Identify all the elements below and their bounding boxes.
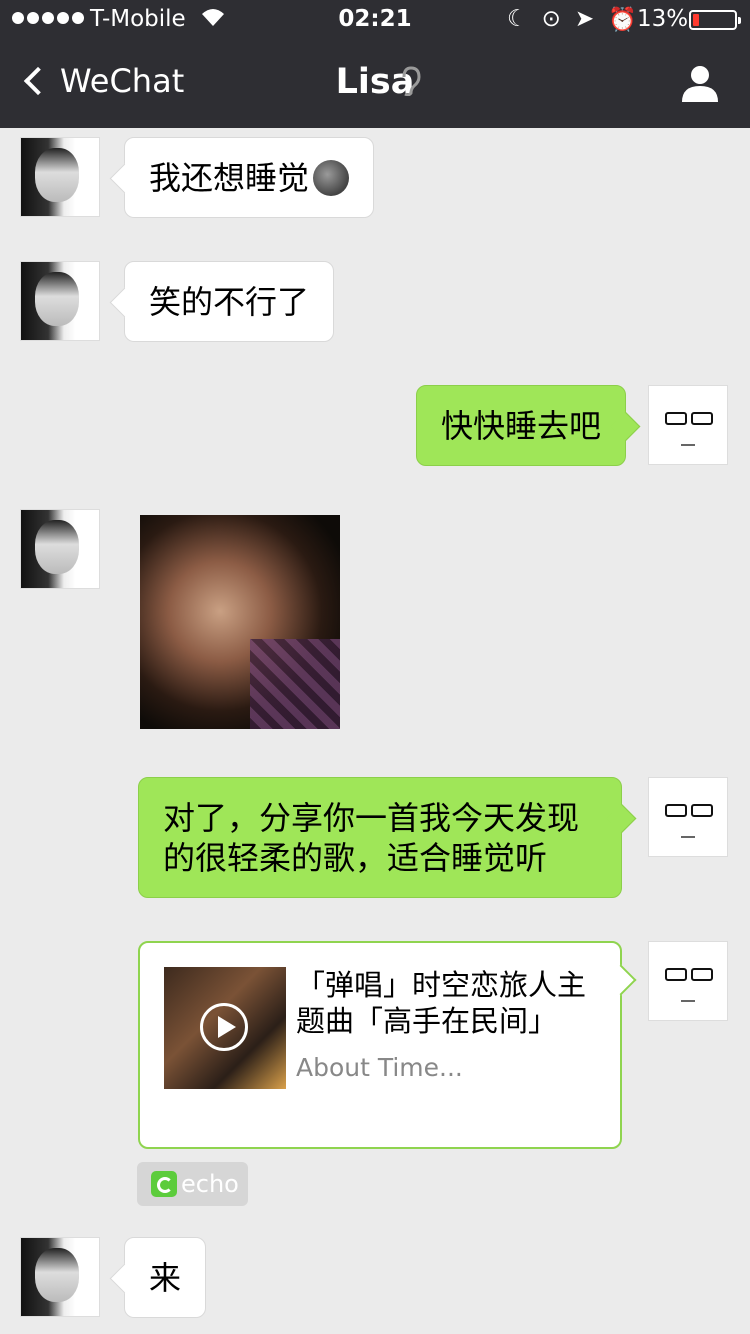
music-thumbnail (164, 967, 286, 1089)
message-bubble-outgoing[interactable]: 对了，分享你一首我今天发现 的很轻柔的歌，适合睡觉听 (138, 777, 622, 898)
image-message[interactable] (140, 515, 340, 729)
music-title-line: 题曲「高手在民间」 (296, 1004, 558, 1038)
message-text-line: 的很轻柔的歌，适合睡觉听 (163, 839, 548, 877)
play-icon[interactable] (200, 1003, 248, 1051)
message-bubble-incoming[interactable]: 我还想睡觉 (124, 137, 375, 218)
message-text: 快快睡去吧 (441, 407, 602, 445)
moon-icon: ☾ (507, 6, 528, 32)
message-bubble-outgoing[interactable]: 快快睡去吧 (416, 385, 627, 466)
share-source-badge[interactable]: echo (137, 1162, 248, 1206)
message-bubble-incoming[interactable]: 来 (124, 1237, 207, 1318)
profile-button[interactable] (680, 64, 720, 104)
echo-app-icon (151, 1171, 177, 1197)
rotation-lock-icon: ⊙ (541, 6, 561, 32)
battery-icon (689, 10, 741, 30)
status-bar: T-Mobile 02:21 ☾ ⊙ ➤ ⏰ 13% (0, 0, 750, 40)
music-share-card[interactable]: 「弹唱」时空恋旅人主 题曲「高手在民间」 About Time... (138, 941, 622, 1149)
message-text-line: 对了，分享你一首我今天发现 (163, 799, 580, 837)
earpiece-mode-icon (400, 66, 422, 104)
person-icon (682, 66, 718, 102)
lisa-avatar[interactable] (20, 261, 100, 341)
location-icon: ➤ (574, 6, 595, 32)
message-text: 我还想睡觉 (149, 159, 310, 197)
top-bar: T-Mobile 02:21 ☾ ⊙ ➤ ⏰ 13% WeChat Lisa (0, 0, 750, 128)
chat-title: Lisa (335, 62, 415, 102)
lisa-avatar[interactable] (20, 137, 100, 217)
lisa-avatar[interactable] (20, 509, 100, 589)
my-avatar[interactable] (648, 385, 728, 465)
music-subtitle: About Time... (296, 1053, 463, 1082)
nav-bar: WeChat Lisa (0, 40, 750, 128)
music-title: 「弹唱」时空恋旅人主 题曲「高手在民间」 (296, 967, 606, 1039)
alarm-icon: ⏰ (608, 7, 637, 33)
my-avatar[interactable] (648, 777, 728, 857)
battery-percent: 13% (637, 6, 689, 32)
my-avatar[interactable] (648, 941, 728, 1021)
music-title-line: 「弹唱」时空恋旅人主 (296, 968, 587, 1002)
moon-face-emoji (313, 160, 350, 196)
message-text: 来 (149, 1259, 182, 1297)
share-source-label: echo (181, 1170, 239, 1198)
message-bubble-incoming[interactable]: 笑的不行了 (124, 261, 335, 342)
message-text: 笑的不行了 (149, 283, 310, 321)
lisa-avatar[interactable] (20, 1237, 100, 1317)
